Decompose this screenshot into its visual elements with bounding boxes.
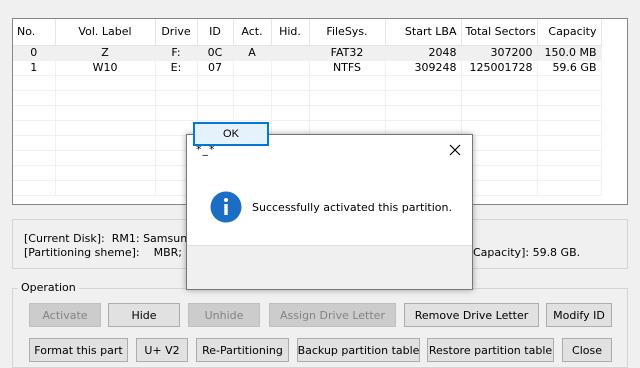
table-row[interactable]: 0 Z F: 0C A FAT32 2048 307200 150.0 MB (13, 45, 602, 61)
disk-capacity-text: Capacity]: 59.8 GB. (473, 246, 581, 259)
empty-row (13, 75, 602, 91)
backup-partition-table-button[interactable]: Backup partition table (297, 338, 420, 362)
dialog-close-button[interactable] (444, 139, 466, 161)
column-header-filesys[interactable]: FileSys. (309, 19, 386, 46)
scheme-label: [Partitioning sheme]: (24, 246, 140, 259)
cell-id: 07 (197, 60, 234, 76)
message-dialog: *_* Successfully activated this partitio… (186, 134, 473, 290)
cell-vol-label: W10 (55, 60, 156, 76)
close-button[interactable]: Close (562, 338, 612, 362)
cell-id: 0C (197, 45, 234, 61)
column-header-total-sectors[interactable]: Total Sectors (461, 19, 538, 46)
cell-drive: E: (155, 60, 198, 76)
ok-button[interactable]: OK (193, 122, 269, 146)
cell-start-lba: 2048 (385, 45, 462, 61)
format-partition-button[interactable]: Format this part (29, 338, 128, 362)
unhide-button[interactable]: Unhide (188, 303, 260, 327)
cell-capacity: 59.6 GB (537, 60, 602, 76)
column-header-vol-label[interactable]: Vol. Label (55, 19, 156, 46)
cell-filesys: FAT32 (309, 45, 386, 61)
cell-total-sectors: 125001728 (461, 60, 538, 76)
cell-no: 1 (13, 60, 56, 76)
column-header-drive[interactable]: Drive (155, 19, 198, 46)
scheme-line: [Partitioning sheme]: MBR; (24, 246, 182, 259)
cell-start-lba: 309248 (385, 60, 462, 76)
cell-vol-label: Z (55, 45, 156, 61)
modify-id-button[interactable]: Modify ID (546, 303, 612, 327)
cell-total-sectors: 307200 (461, 45, 538, 61)
cell-capacity: 150.0 MB (537, 45, 602, 61)
info-icon (210, 191, 242, 223)
close-icon (449, 144, 461, 156)
cell-hid (271, 60, 310, 76)
operation-group-title: Operation (18, 281, 79, 294)
u-v2-button[interactable]: U+ V2 (136, 338, 188, 362)
restore-partition-table-button[interactable]: Restore partition table (427, 338, 554, 362)
assign-drive-letter-button[interactable]: Assign Drive Letter (269, 303, 396, 327)
dialog-footer (187, 245, 472, 289)
table-row[interactable]: 1 W10 E: 07 NTFS 309248 125001728 59.6 G… (13, 60, 602, 76)
current-disk-line: [Current Disk]: RM1: Samsung F (24, 232, 204, 245)
re-partitioning-button[interactable]: Re-Partitioning (196, 338, 289, 362)
column-header-id[interactable]: ID (197, 19, 234, 46)
column-header-act[interactable]: Act. (233, 19, 272, 46)
current-disk-label: [Current Disk]: (24, 232, 105, 245)
column-header-hid[interactable]: Hid. (271, 19, 310, 46)
cell-act (233, 60, 272, 76)
empty-row (13, 120, 602, 136)
column-header-capacity[interactable]: Capacity (537, 19, 602, 46)
cell-drive: F: (155, 45, 198, 61)
cell-filesys: NTFS (309, 60, 386, 76)
cell-hid (271, 45, 310, 61)
cell-act: A (233, 45, 272, 61)
dialog-message: Successfully activated this partition. (252, 201, 452, 214)
column-header-start-lba[interactable]: Start LBA (385, 19, 462, 46)
hide-button[interactable]: Hide (108, 303, 180, 327)
empty-row (13, 105, 602, 121)
cell-no: 0 (13, 45, 56, 61)
scheme-value: MBR; (153, 246, 182, 259)
remove-drive-letter-button[interactable]: Remove Drive Letter (404, 303, 539, 327)
table-header-row: No. Vol. Label Drive ID Act. Hid. FileSy… (13, 19, 602, 46)
activate-button[interactable]: Activate (29, 303, 101, 327)
empty-row (13, 90, 602, 106)
column-header-no[interactable]: No. (13, 19, 56, 46)
